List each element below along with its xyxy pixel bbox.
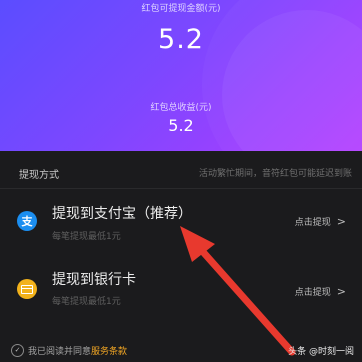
checkbox-checked-icon[interactable]: ✓ [11,344,24,357]
terms-of-service-link[interactable]: 服务条款 [91,347,127,357]
terms-footer: ✓ 我已阅读并同意服务条款 头条 @时刻一阅 [0,340,362,362]
terms-agreement-prefix: 我已阅读并同意 [28,347,92,357]
terms-agreement-text: 我已阅读并同意服务条款 [28,344,127,357]
red-annotation-arrow [180,226,296,356]
watermark: 头条 @时刻一阅 [288,347,354,357]
